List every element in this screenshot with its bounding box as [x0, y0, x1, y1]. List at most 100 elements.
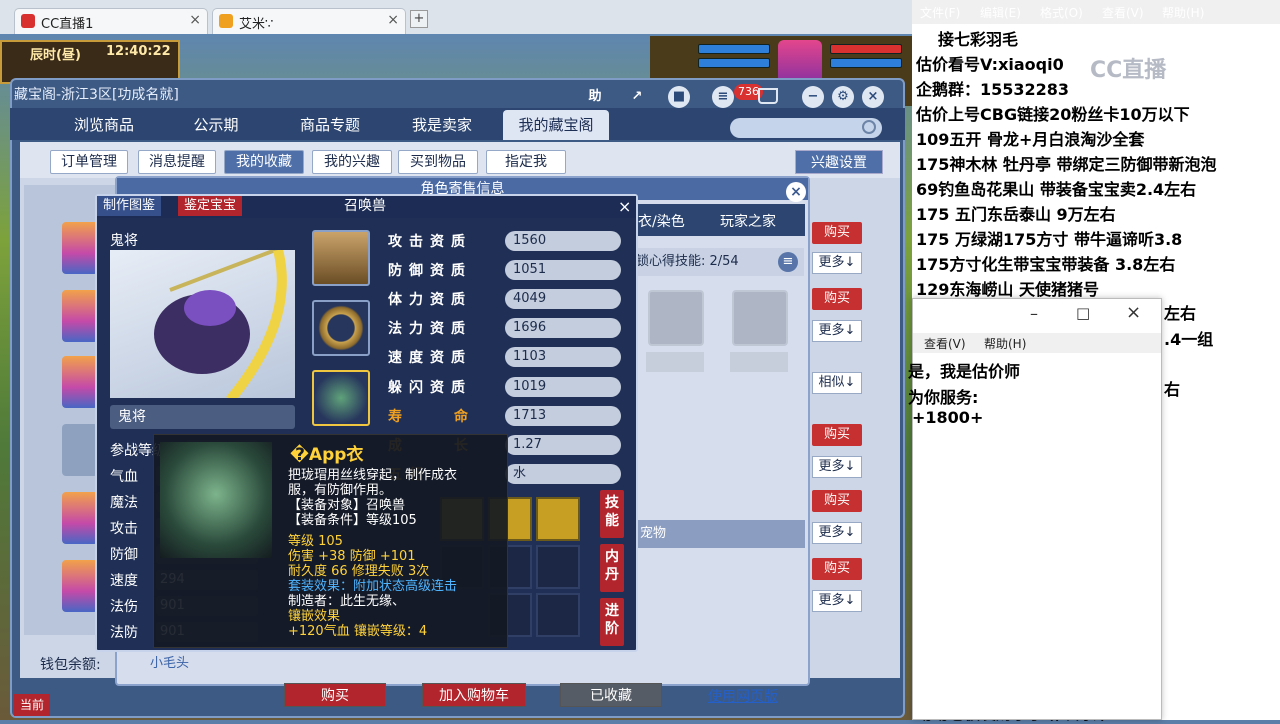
share-icon[interactable]: ↗ [626, 86, 648, 108]
help-button[interactable]: 助 [584, 86, 606, 108]
stat-value: 1.27 [505, 435, 621, 455]
stat-value: 1019 [505, 377, 621, 397]
tab-my-cbg[interactable]: 我的藏宝阁 [503, 110, 609, 140]
skill-slot[interactable] [732, 290, 788, 346]
settings-icon[interactable]: ⚙ [832, 86, 854, 108]
stat-value: 1696 [505, 318, 621, 338]
inner-core-button[interactable]: 内丹 [600, 544, 624, 592]
list-item[interactable] [62, 492, 98, 544]
browser-tab-aimi[interactable]: 艾米∵ × [212, 8, 406, 34]
tab-browse[interactable]: 浏览商品 [52, 110, 156, 140]
notepad2-line: 是，我是估价师 [908, 362, 1021, 381]
stat-label: 攻击资质 [388, 234, 472, 250]
notepad-line: 175 万绿湖175方寸 带牛逼谛听3.8 [916, 230, 1183, 249]
menu-help[interactable]: 帮助(H) [1162, 4, 1204, 21]
cc-icon [21, 14, 35, 28]
interest-settings-button[interactable]: 兴趣设置 [795, 150, 883, 174]
list-item[interactable] [62, 560, 98, 612]
web-version-link[interactable]: 使用网页版 [708, 686, 778, 706]
order-button[interactable]: 订单管理 [50, 150, 128, 174]
favorites-button[interactable]: 我的收藏 [224, 150, 304, 174]
interest-button[interactable]: 我的兴趣 [312, 150, 392, 174]
notepad-line: 估价上号CBG链接20粉丝卡10万以下 [916, 105, 1190, 124]
bought-button[interactable]: 买到物品 [398, 150, 478, 174]
more-button[interactable]: 更多↓ [812, 590, 862, 612]
notepad-menu [912, 0, 1280, 24]
pet-title: 召唤兽 [344, 198, 386, 214]
game-time: 辰时(昼) [30, 48, 81, 63]
menu-file[interactable]: 文件(F) [920, 4, 960, 21]
search-input[interactable] [730, 118, 882, 138]
seller-name: 小毛头 [150, 656, 190, 671]
menu-view[interactable]: 查看(V) [924, 335, 966, 352]
tab-home[interactable]: 玩家之家 [720, 210, 776, 234]
browser-tab-cc[interactable]: CC直播1 × [14, 8, 208, 34]
buy-button[interactable]: 购买 [812, 558, 862, 580]
skill-slot[interactable] [648, 290, 704, 346]
armor-icon [160, 442, 272, 558]
minimize-button[interactable]: − [802, 86, 824, 108]
more-button[interactable]: 更多↓ [812, 320, 862, 342]
list-item[interactable] [62, 222, 98, 274]
notepad-line-fragment: 左右 [1164, 304, 1197, 323]
tab-pet-catalog[interactable]: 制作图鉴 [97, 196, 162, 216]
more-button[interactable]: 更多↓ [812, 522, 862, 544]
equipment-slot[interactable] [312, 300, 370, 356]
buy-button[interactable]: 购买 [812, 424, 862, 446]
stat-value: 1713 [505, 406, 621, 426]
skill-slot-label [646, 352, 704, 372]
menu-icon[interactable]: ≡ [778, 252, 798, 272]
stat-value: 4049 [505, 289, 621, 309]
stat-value: 水 [505, 464, 621, 484]
close-icon[interactable]: × [618, 197, 631, 216]
assigned-button[interactable]: 指定我 [486, 150, 566, 174]
favorited-button[interactable]: 已收藏 [560, 683, 662, 707]
minimize-icon[interactable]: – [1030, 304, 1038, 323]
tab-topics[interactable]: 商品专题 [280, 110, 380, 140]
maximize-icon[interactable]: □ [1076, 304, 1090, 322]
cart-icon[interactable] [758, 88, 778, 104]
close-icon[interactable]: × [189, 12, 201, 28]
skills-button[interactable]: 技能 [600, 490, 624, 538]
menu-help[interactable]: 帮助(H) [984, 335, 1026, 352]
menu-edit[interactable]: 编辑(E) [980, 4, 1021, 21]
buy-button[interactable]: 购买 [812, 222, 862, 244]
advance-button[interactable]: 进阶 [600, 598, 624, 646]
menu-view[interactable]: 查看(V) [1102, 4, 1144, 21]
more-button[interactable]: 更多↓ [812, 456, 862, 478]
new-tab-button[interactable]: + [410, 10, 428, 28]
current-channel-button[interactable]: 当前 [14, 694, 50, 716]
equipment-slot[interactable] [312, 230, 370, 286]
list-item[interactable] [62, 290, 98, 342]
tooltip-item-name: �App衣 [290, 445, 364, 465]
tab-public[interactable]: 公示期 [168, 110, 264, 140]
tab-dye[interactable]: 衣/染色 [638, 210, 685, 234]
notepad-line: 129东海崂山 天使猪猪号 [916, 280, 1099, 299]
message-button[interactable]: 消息提醒 [138, 150, 216, 174]
close-icon[interactable]: × [387, 12, 399, 28]
more-button[interactable]: 更多↓ [812, 252, 862, 274]
notepad-line: 69钓鱼岛花果山 带装备宝宝卖2.4左右 [916, 180, 1197, 199]
buy-button[interactable]: 购买 [812, 490, 862, 512]
search-icon[interactable] [862, 120, 876, 134]
equipment-slot-armor[interactable] [312, 370, 370, 426]
buy-button[interactable]: 购买 [812, 288, 862, 310]
empty-skill-slot [536, 545, 580, 589]
list-item[interactable] [62, 356, 98, 408]
close-window-button[interactable]: × [862, 86, 884, 108]
similar-button[interactable]: 相似↓ [812, 372, 862, 394]
list-item[interactable] [62, 424, 98, 476]
tab-appraise[interactable]: 鉴定宝宝 [178, 196, 243, 216]
empty-skill-slot [536, 593, 580, 637]
buy-now-button[interactable]: 购买 [284, 683, 386, 707]
chat-icon[interactable]: ≡ [712, 86, 734, 108]
close-icon[interactable]: × [786, 182, 806, 202]
notepad-line: 接七彩羽毛 [938, 30, 1019, 49]
record-icon[interactable]: ■ [668, 86, 690, 108]
window-title: 藏宝阁-浙江3区[功成名就] [14, 87, 179, 103]
add-to-cart-button[interactable]: 加入购物车 [422, 683, 526, 707]
pet-skill-icon[interactable] [536, 497, 580, 541]
close-icon[interactable]: × [1126, 302, 1141, 323]
tab-seller[interactable]: 我是卖家 [392, 110, 492, 140]
menu-format[interactable]: 格式(O) [1040, 4, 1083, 21]
